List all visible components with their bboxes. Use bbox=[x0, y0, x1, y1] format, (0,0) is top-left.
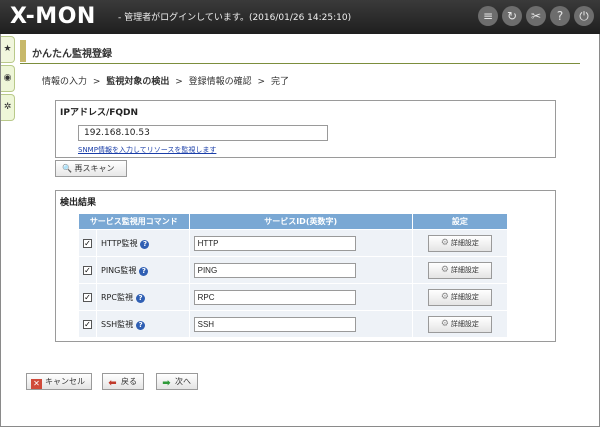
database-icon[interactable]: ≡ bbox=[478, 6, 498, 26]
table-row: ✓ RPC監視? ⚙詳細設定 bbox=[78, 283, 509, 311]
gear-icon: ⚙ bbox=[440, 291, 449, 302]
detail-settings-label: 詳細設定 bbox=[450, 265, 479, 274]
ip-section-title: IPアドレス/FQDN bbox=[60, 108, 139, 118]
help-icon[interactable]: ? bbox=[136, 320, 146, 330]
service-name: PING監視 bbox=[101, 265, 137, 275]
table-row: ✓ PING監視? ⚙詳細設定 bbox=[78, 256, 509, 284]
refresh-icon[interactable]: ↻ bbox=[502, 6, 522, 26]
search-icon: 🔍 bbox=[62, 164, 72, 173]
results-title: 検出結果 bbox=[60, 198, 97, 208]
page-title-bar: かんたん監視登録 bbox=[20, 40, 580, 64]
help-icon[interactable]: ? bbox=[135, 293, 145, 303]
help-icon[interactable]: ? bbox=[139, 266, 149, 276]
breadcrumb-step-input: 情報の入力 bbox=[42, 77, 88, 87]
service-id-input[interactable] bbox=[193, 235, 356, 251]
tools-icon[interactable]: ✂ bbox=[526, 6, 546, 26]
detail-settings-button[interactable]: ⚙ 詳細設定 bbox=[427, 261, 492, 279]
rescan-label: 再スキャン bbox=[74, 164, 115, 173]
close-icon: ✕ bbox=[31, 379, 42, 389]
breadcrumb-separator: > bbox=[175, 77, 183, 87]
app-logo: X-MON bbox=[10, 4, 96, 29]
row-checkbox[interactable]: ✓ bbox=[83, 292, 92, 302]
breadcrumb-separator: > bbox=[92, 77, 101, 87]
back-button[interactable]: ⬅ 戻る bbox=[102, 373, 144, 390]
service-id-input[interactable] bbox=[193, 316, 356, 332]
detail-settings-button[interactable]: ⚙ 詳細設定 bbox=[427, 288, 492, 306]
arrow-left-icon: ⬅ bbox=[108, 378, 117, 389]
results-section: 検出結果 サービス監視用コマンド サービスID(英数字) 設定 ✓ HTTP監視… bbox=[55, 190, 556, 342]
back-label: 戻る bbox=[121, 377, 137, 386]
page-title: かんたん監視登録 bbox=[32, 49, 112, 60]
gear-icon: ⚙ bbox=[440, 237, 449, 248]
breadcrumb-step-complete: 完了 bbox=[270, 77, 289, 87]
favorites-tab[interactable]: ★ bbox=[1, 36, 15, 63]
title-accent bbox=[20, 40, 26, 62]
cancel-button[interactable]: ✕ キャンセル bbox=[26, 373, 92, 390]
detail-settings-button[interactable]: ⚙ 詳細設定 bbox=[427, 234, 492, 252]
breadcrumb: 情報の入力 > 監視対象の検出 > 登録情報の確認 > 完了 bbox=[42, 74, 289, 87]
service-name: RPC監視 bbox=[101, 292, 133, 302]
power-icon[interactable]: ⏻ bbox=[574, 6, 594, 26]
breadcrumb-step-detect: 監視対象の検出 bbox=[106, 77, 170, 87]
login-status: - 管理者がログインしています。(2016/01/26 14:25:10) bbox=[118, 13, 352, 23]
help-icon[interactable]: ? bbox=[140, 239, 150, 249]
row-checkbox[interactable]: ✓ bbox=[83, 238, 92, 248]
next-label: 次へ bbox=[175, 377, 191, 386]
app-header: X-MON - 管理者がログインしています。(2016/01/26 14:25:… bbox=[0, 0, 600, 34]
cancel-label: キャンセル bbox=[45, 377, 85, 386]
row-checkbox[interactable]: ✓ bbox=[83, 319, 92, 329]
service-id-input[interactable] bbox=[193, 289, 356, 305]
header-service-id: サービスID(英数字) bbox=[188, 213, 413, 230]
arrow-right-icon: ➡ bbox=[162, 378, 171, 389]
table-row: ✓ HTTP監視? ⚙詳細設定 bbox=[78, 229, 509, 257]
row-checkbox[interactable]: ✓ bbox=[83, 265, 92, 275]
detail-settings-label: 詳細設定 bbox=[450, 292, 479, 301]
header-command: サービス監視用コマンド bbox=[78, 213, 190, 230]
header-toolbar: ≡ ↻ ✂ ? ⏻ bbox=[478, 6, 594, 26]
gear-icon: ⚙ bbox=[440, 318, 449, 329]
breadcrumb-separator: > bbox=[257, 77, 266, 87]
next-button[interactable]: ➡ 次へ bbox=[156, 373, 198, 390]
service-name: SSH監視 bbox=[101, 319, 134, 329]
settings-tab[interactable]: ✲ bbox=[1, 94, 15, 121]
service-id-input[interactable] bbox=[193, 262, 356, 278]
detail-settings-label: 詳細設定 bbox=[450, 238, 479, 247]
header-settings: 設定 bbox=[411, 213, 509, 230]
detail-settings-button[interactable]: ⚙ 詳細設定 bbox=[427, 315, 492, 333]
ip-section: IPアドレス/FQDN SNMP情報を入力してリソースを監視します bbox=[55, 100, 556, 158]
rescan-button[interactable]: 🔍 再スキャン bbox=[55, 160, 127, 177]
table-row: ✓ SSH監視? ⚙詳細設定 bbox=[78, 310, 509, 338]
help-icon[interactable]: ? bbox=[550, 6, 570, 26]
breadcrumb-step-confirm: 登録情報の確認 bbox=[188, 77, 252, 87]
view-tab[interactable]: ◉ bbox=[1, 65, 15, 92]
ip-address-input[interactable] bbox=[78, 125, 328, 141]
snmp-link[interactable]: SNMP情報を入力してリソースを監視します bbox=[78, 145, 216, 155]
gear-icon: ⚙ bbox=[440, 264, 449, 275]
results-table: サービス監視用コマンド サービスID(英数字) 設定 ✓ HTTP監視? ⚙詳細… bbox=[78, 213, 509, 338]
side-tabs: ★ ◉ ✲ bbox=[1, 36, 15, 123]
detail-settings-label: 詳細設定 bbox=[450, 319, 479, 328]
service-name: HTTP監視 bbox=[101, 238, 138, 248]
